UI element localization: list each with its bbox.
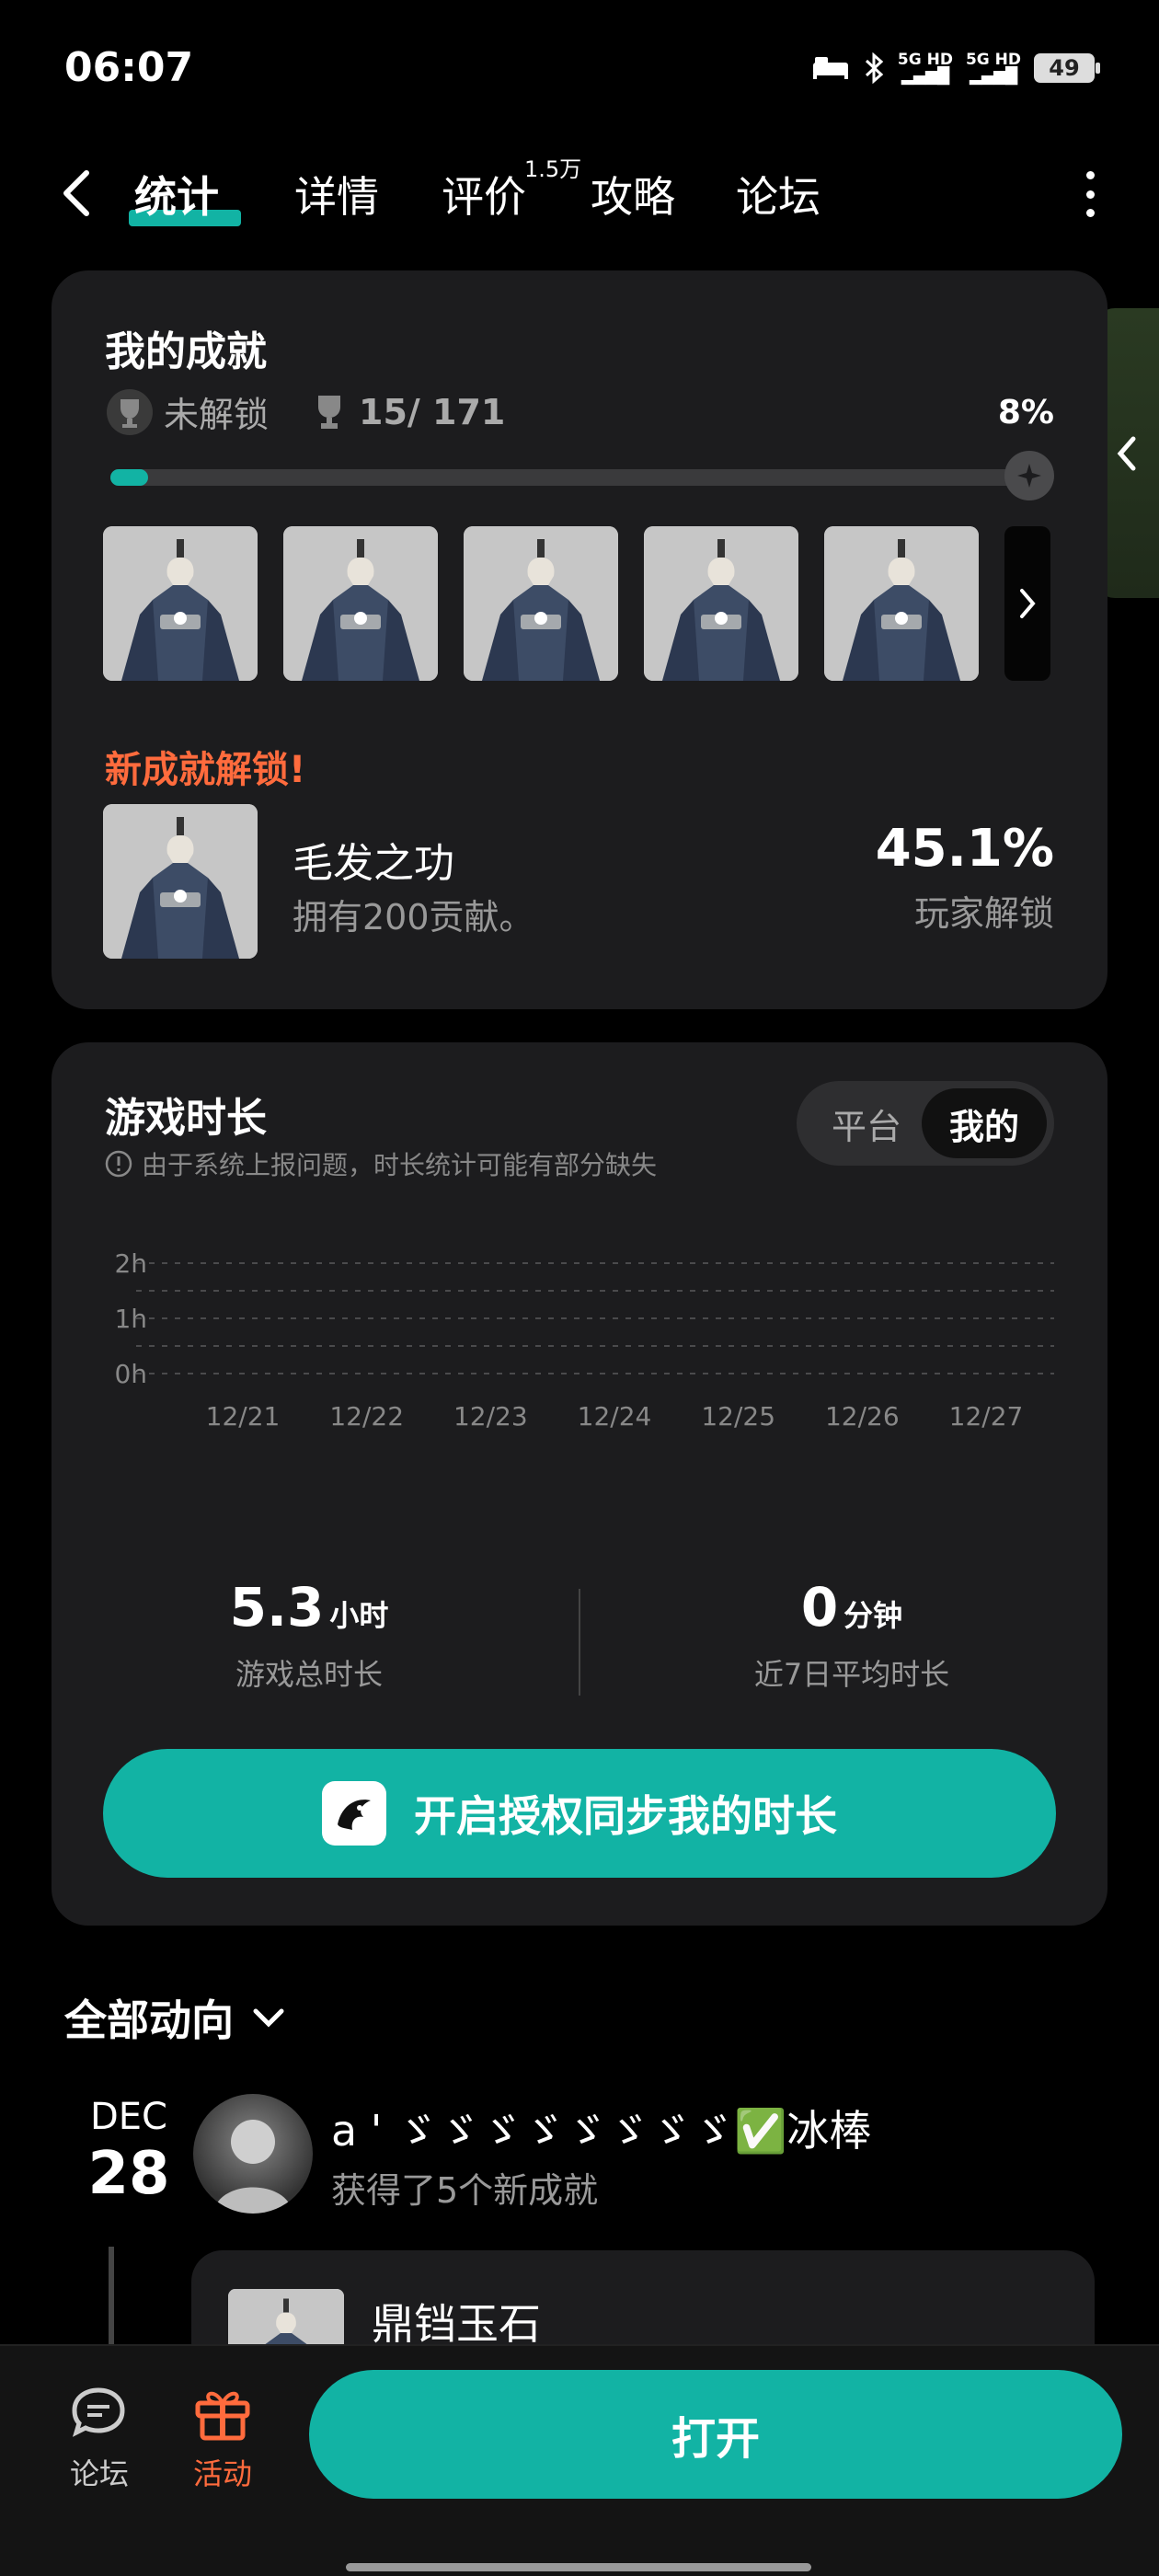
toggle-platform[interactable]: 平台 <box>804 1088 929 1158</box>
achievements-status-row: 未解锁 15/ 171 <box>105 386 505 437</box>
avatar[interactable] <box>193 2094 313 2214</box>
avg-playtime: 0 分钟 近7日平均时长 <box>714 1576 990 1694</box>
bottom-forum-button[interactable]: 论坛 <box>44 2385 155 2493</box>
status-icons: 5G HD ▂▄▆█ 5G HD ▂▄▆█ 49 <box>811 51 1100 86</box>
avg-playtime-label: 近7日平均时长 <box>753 1657 950 1692</box>
total-playtime-unit: 小时 <box>329 1598 389 1633</box>
tab-guides[interactable]: 攻略 <box>591 164 675 224</box>
more-menu-button[interactable] <box>1076 171 1104 217</box>
playtime-chart: 2h 1h 0h 12/21 12/22 12/23 12/24 12/25 12/26 12/2… <box>114 1248 1054 1432</box>
gift-icon <box>195 2391 250 2441</box>
cup-icon <box>318 395 341 429</box>
forum-icon <box>72 2387 125 2437</box>
achievement-thumb[interactable] <box>103 526 258 681</box>
feed-username[interactable]: a ' ゞゞゞゞゞゞゞゞ✅冰棒 <box>331 2098 871 2158</box>
tab-reviews[interactable]: 评价 <box>442 164 526 224</box>
total-playtime-value: 5.3 <box>229 1576 325 1639</box>
chart-xtick-label: 12/23 <box>453 1401 528 1432</box>
achievement-percent: 8% <box>997 394 1054 431</box>
chart-ytick-label: 0h <box>114 1359 147 1389</box>
achievement-progress-bar <box>110 469 1052 486</box>
feed-achievement-title: 鼎铛玉石 <box>372 2299 541 2349</box>
chart-xtick-label: 12/22 <box>329 1401 404 1432</box>
achievement-thumb[interactable] <box>464 526 618 681</box>
feed-header-label: 全部动向 <box>64 1995 234 2045</box>
chevron-left-icon <box>1117 436 1136 470</box>
signal-1: 5G HD ▂▄▆█ <box>897 51 953 86</box>
chevron-down-icon <box>253 2008 284 2028</box>
achievement-thumb[interactable] <box>283 526 438 681</box>
battery-icon: 49 <box>1034 53 1100 83</box>
chevron-right-icon <box>1020 589 1036 618</box>
bottom-bar: 论坛 活动 打开 <box>0 2344 1159 2576</box>
total-playtime: 5.3 小时 游戏总时长 <box>199 1576 419 1694</box>
achievement-count: 15/ 171 <box>311 392 505 432</box>
chart-xtick-label: 12/27 <box>949 1401 1024 1432</box>
new-achievement-thumb[interactable] <box>103 804 258 959</box>
achievements-title: 我的成就 <box>105 328 267 375</box>
bottom-activity-button[interactable]: 活动 <box>167 2385 278 2493</box>
playtime-title: 游戏时长 <box>105 1095 267 1142</box>
achievement-thumbnails <box>103 526 979 681</box>
sync-button-label: 开启授权同步我的时长 <box>414 1791 837 1841</box>
trophy-icon <box>107 388 153 435</box>
review-count-badge: 1.5万 <box>524 156 582 182</box>
game-app-icon <box>322 1781 386 1846</box>
feed-subtext: 获得了5个新成就 <box>331 2170 599 2211</box>
open-game-button[interactable]: 打开 <box>309 2370 1122 2499</box>
chart-xtick-label: 12/26 <box>825 1401 900 1432</box>
stat-divider <box>579 1589 580 1696</box>
back-icon[interactable] <box>55 166 101 221</box>
unlock-rate-label: 玩家解锁 <box>913 893 1054 934</box>
feed-date-month: DEC <box>89 2096 167 2138</box>
open-game-label: 打开 <box>671 2413 760 2465</box>
unlock-rate: 45.1% <box>875 819 1054 879</box>
playtime-card: 游戏时长 由于系统上报问题，时长统计可能有部分缺失 平台 我的 2h 1h 0h 12… <box>52 1042 1107 1926</box>
new-achievement-desc: 拥有200贡献。 <box>293 897 534 937</box>
playtime-note: 由于系统上报问题，时长统计可能有部分缺失 <box>105 1145 657 1182</box>
new-unlock-label: 新成就解锁! <box>105 749 306 791</box>
feed-date-day: 28 <box>87 2140 170 2208</box>
new-achievement-name: 毛发之功 <box>293 840 454 887</box>
chart-xtick-label: 12/25 <box>701 1401 775 1432</box>
chart-xtick-label: 12/21 <box>206 1401 281 1432</box>
status-time: 06:07 <box>64 44 194 91</box>
tab-forum[interactable]: 论坛 <box>736 164 820 224</box>
chart-ytick-label: 1h <box>114 1304 147 1334</box>
thumbnails-more-button[interactable] <box>1004 526 1050 681</box>
signal-2: 5G HD ▂▄▆█ <box>965 51 1021 86</box>
avg-playtime-unit: 分钟 <box>843 1598 903 1633</box>
bluetooth-icon <box>865 52 884 84</box>
feed-filter-dropdown[interactable]: 全部动向 <box>64 1987 287 2048</box>
status-bar: 06:07 5G HD ▂▄▆█ 5G HD ▂▄▆█ 49 <box>0 0 1159 138</box>
bottom-activity-label: 活动 <box>192 2456 252 2491</box>
tab-stats[interactable]: 统计 <box>134 164 219 224</box>
tab-details[interactable]: 详情 <box>294 164 379 224</box>
info-icon <box>105 1150 132 1178</box>
playtime-toggle: 平台 我的 <box>797 1081 1054 1166</box>
achievement-thumb[interactable] <box>824 526 979 681</box>
achievement-progress-fill <box>110 469 148 486</box>
toggle-mine[interactable]: 我的 <box>922 1088 1047 1158</box>
total-playtime-label: 游戏总时长 <box>235 1657 383 1692</box>
achievements-card: 我的成就 未解锁 15/ 171 8% 新成就解锁! 毛发之功 拥有200贡献。… <box>52 270 1107 1009</box>
chart-ytick-label: 2h <box>114 1248 147 1279</box>
locked-label: 未解锁 <box>164 395 270 435</box>
timeline-line <box>109 2247 114 2357</box>
avg-playtime-value: 0 <box>800 1576 839 1639</box>
top-nav: 统计 详情 评价 1.5万 攻略 论坛 <box>0 147 1159 239</box>
progress-goal-icon <box>1004 451 1054 500</box>
chart-xtick-label: 12/24 <box>578 1401 652 1432</box>
bottom-forum-label: 论坛 <box>69 2456 129 2491</box>
achievement-thumb[interactable] <box>644 526 798 681</box>
bed-icon <box>812 57 848 79</box>
home-indicator[interactable] <box>346 2563 811 2571</box>
sync-playtime-button[interactable]: 开启授权同步我的时长 <box>103 1749 1056 1878</box>
